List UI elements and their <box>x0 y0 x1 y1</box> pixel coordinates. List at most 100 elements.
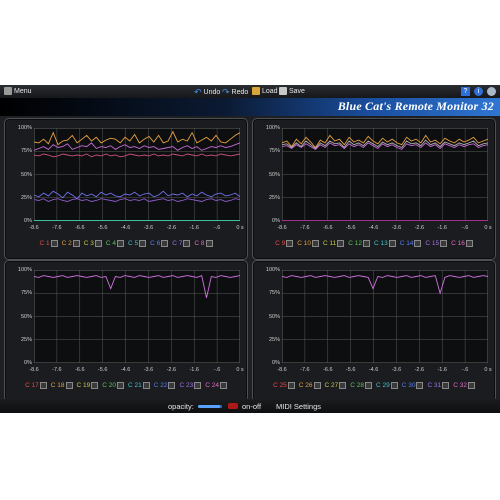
channel-toggle[interactable]: C 7 <box>172 240 191 247</box>
monitor-panel-4: C 25 C 26 C 27 C 28 C 29 C 30 C 31 C 32 100% 75%… <box>252 260 496 402</box>
channel-toggle[interactable]: C 23 <box>179 382 202 389</box>
save-button[interactable]: Save <box>279 87 305 95</box>
channel-toggle[interactable]: C 15 <box>425 240 448 247</box>
settings-icon[interactable] <box>487 87 496 96</box>
y-tick-label: 100% <box>265 267 280 273</box>
channel-label: C 13 <box>373 240 388 247</box>
undo-button[interactable]: ↶ Undo <box>194 87 220 98</box>
x-tick-label: -2.6 <box>414 367 425 373</box>
channel-toggle[interactable]: C 16 <box>451 240 473 247</box>
channel-toggle[interactable]: C 22 <box>154 382 176 389</box>
channel-label: C 27 <box>324 382 339 389</box>
channel-toggle[interactable]: C 2 <box>62 240 80 247</box>
channel-checkbox[interactable] <box>194 382 202 389</box>
x-tick-label: -1.6 <box>437 367 447 373</box>
channel-toggle[interactable]: C 8 <box>194 240 213 247</box>
channel-toggle[interactable]: C 1 <box>40 240 58 247</box>
channel-checkbox[interactable] <box>39 382 47 389</box>
channel-toggle[interactable]: C 18 <box>51 382 73 389</box>
channel-checkbox[interactable] <box>339 382 347 389</box>
channel-toggle[interactable]: C 11 <box>323 240 345 247</box>
channel-checkbox[interactable] <box>390 382 398 389</box>
channel-checkbox[interactable] <box>465 240 473 247</box>
onoff-label: on-off <box>242 402 262 411</box>
channel-toggle[interactable]: C 5 <box>128 240 147 247</box>
channel-checkbox[interactable] <box>183 240 191 247</box>
channel-label: C 10 <box>297 240 311 247</box>
menu-button[interactable]: Menu <box>4 87 32 95</box>
channel-checkbox[interactable] <box>414 240 422 247</box>
channel-toggle[interactable]: C 12 <box>348 240 370 247</box>
channel-checkbox[interactable] <box>91 382 99 389</box>
info-icon[interactable]: i <box>474 87 483 96</box>
channel-toggle[interactable]: C 9 <box>275 240 294 247</box>
channel-checkbox[interactable] <box>50 240 58 247</box>
x-tick-label: -4.6 <box>368 225 379 231</box>
y-tick-label: 50% <box>20 171 32 178</box>
channel-label: C 21 <box>128 382 142 389</box>
onoff-toggle[interactable] <box>228 403 238 409</box>
y-tick-label: 75% <box>20 148 32 155</box>
channel-checkbox[interactable] <box>117 382 124 389</box>
opacity-label: opacity: <box>168 402 194 411</box>
load-button[interactable]: Load <box>252 87 278 95</box>
x-tick-label: -6.6 <box>75 225 85 231</box>
channel-label: C 17 <box>25 382 39 389</box>
channel-toggle[interactable]: C 4 <box>106 240 124 247</box>
channel-toggle[interactable]: C 6 <box>150 240 169 247</box>
opacity-slider[interactable] <box>198 405 222 408</box>
channel-toggle[interactable]: C 30 <box>402 382 424 389</box>
channel-checkbox[interactable] <box>65 382 73 389</box>
channel-checkbox[interactable] <box>94 240 102 247</box>
channel-checkbox[interactable] <box>72 240 80 247</box>
x-tick-label: -8.6 <box>29 367 39 373</box>
channel-checkbox[interactable] <box>168 382 176 389</box>
channel-label: C 16 <box>451 240 465 247</box>
channel-checkbox[interactable] <box>311 240 319 247</box>
channel-toggle[interactable]: C 27 <box>325 382 347 389</box>
channel-toggle[interactable]: C 3 <box>84 240 102 247</box>
midi-settings-button[interactable]: MIDI Settings <box>276 402 321 411</box>
channel-checkbox[interactable] <box>139 240 147 247</box>
channel-toggle[interactable]: C 28 <box>350 382 372 389</box>
channel-checkbox[interactable] <box>388 240 396 247</box>
plot-svg <box>282 128 488 221</box>
channel-checkbox[interactable] <box>467 382 475 389</box>
plot-area <box>282 270 488 363</box>
channel-checkbox[interactable] <box>286 240 294 247</box>
channel-toggle[interactable]: C 14 <box>400 240 422 247</box>
channel-checkbox[interactable] <box>365 382 372 389</box>
title-bar: Blue Cat's Remote Monitor 32 <box>0 98 500 116</box>
channel-toggle[interactable]: C 20 <box>102 382 124 389</box>
channel-checkbox[interactable] <box>362 240 370 247</box>
channel-label: C 1 <box>39 240 50 247</box>
channel-toggle[interactable]: C 29 <box>376 382 398 389</box>
channel-checkbox[interactable] <box>440 240 448 247</box>
channel-toggle[interactable]: C 26 <box>299 382 321 389</box>
channel-checkbox[interactable] <box>442 382 450 389</box>
channel-checkbox[interactable] <box>337 240 345 247</box>
channel-label: C 31 <box>427 382 442 389</box>
channel-toggle[interactable]: C 32 <box>453 382 475 389</box>
channel-toggle[interactable]: C 21 <box>128 382 150 389</box>
help-icon[interactable]: ? <box>461 87 470 96</box>
save-label: Save <box>289 87 305 95</box>
channel-checkbox[interactable] <box>142 382 150 389</box>
channel-checkbox[interactable] <box>219 382 227 389</box>
channel-toggle[interactable]: C 25 <box>273 382 295 389</box>
channel-checkbox[interactable] <box>313 382 321 389</box>
channel-toggle[interactable]: C 13 <box>374 240 396 247</box>
channel-checkbox[interactable] <box>416 382 424 389</box>
x-tick-label: -2.6 <box>166 367 177 373</box>
channel-toggle[interactable]: C 10 <box>297 240 319 247</box>
redo-button[interactable]: ↷ Redo <box>222 87 248 98</box>
channel-checkbox[interactable] <box>117 240 124 247</box>
channel-checkbox[interactable] <box>161 240 169 247</box>
channel-toggle[interactable]: C 31 <box>427 382 450 389</box>
channel-checkbox[interactable] <box>287 382 295 389</box>
channel-toggle[interactable]: C 17 <box>25 382 47 389</box>
channel-checkbox[interactable] <box>205 240 213 247</box>
x-tick-label: 0 s <box>484 225 492 231</box>
channel-toggle[interactable]: C 24 <box>205 382 227 389</box>
channel-toggle[interactable]: C 19 <box>77 382 99 389</box>
